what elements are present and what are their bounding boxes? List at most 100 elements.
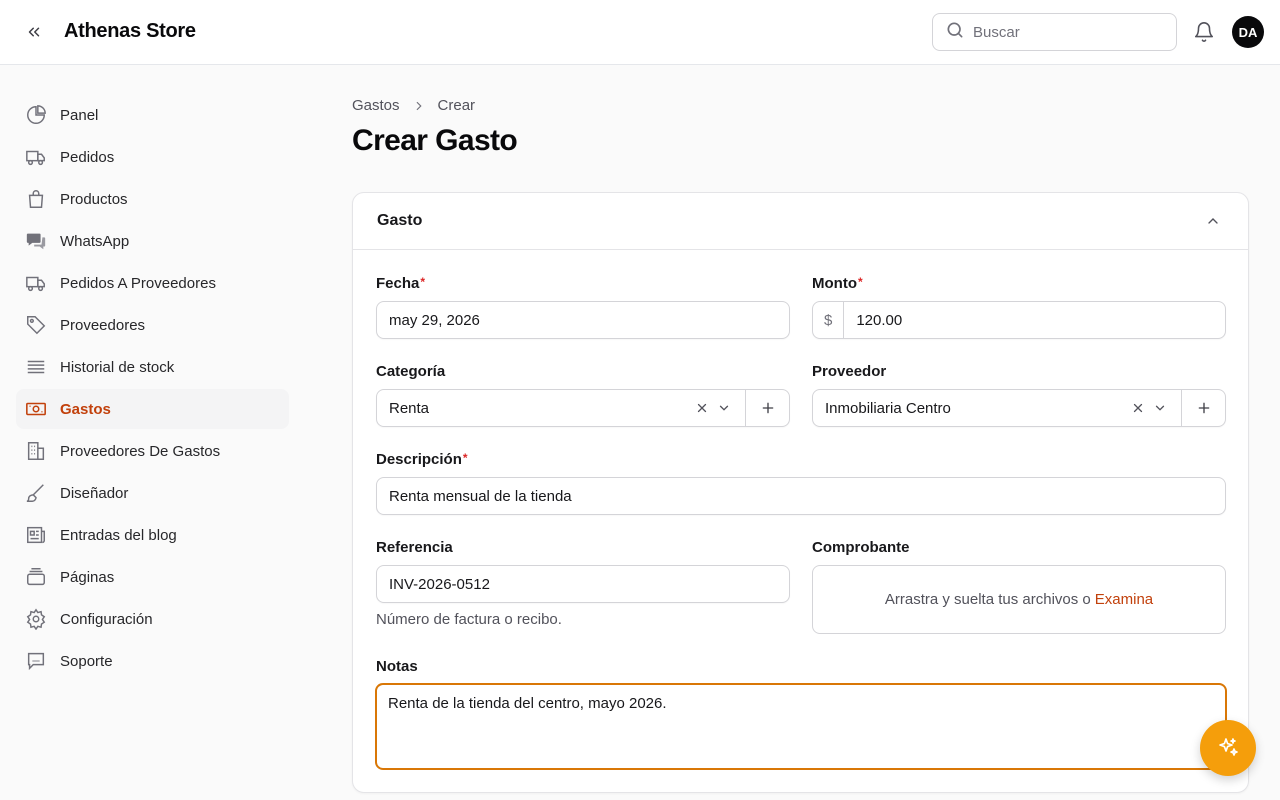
user-avatar[interactable]: DA — [1232, 16, 1264, 48]
ai-assistant-button[interactable] — [1200, 720, 1256, 776]
section-title: Gasto — [377, 212, 423, 229]
sidebar-item-label: Productos — [60, 190, 128, 208]
sidebar-item-label: Historial de stock — [60, 358, 175, 376]
sidebar-item-configuracion[interactable]: Configuración — [16, 599, 289, 639]
sidebar-item-paginas[interactable]: Páginas — [16, 557, 289, 597]
sidebar-item-label: Entradas del blog — [60, 526, 177, 544]
notas-textarea[interactable]: Renta de la tienda del centro, mayo 2026… — [377, 685, 1225, 768]
add-proveedor-button[interactable] — [1181, 390, 1225, 426]
banknotes-icon — [24, 397, 48, 421]
categoria-label: Categoría — [376, 363, 446, 380]
breadcrumb-parent-link[interactable]: Gastos — [352, 97, 400, 114]
sidebar-item-label: Configuración — [60, 610, 153, 628]
descripcion-label: Descripción* — [376, 451, 468, 468]
file-dropzone[interactable]: Arrastra y suelta tus archivos o Examina — [812, 565, 1226, 634]
sparkles-icon — [1219, 738, 1238, 756]
paintbrush-icon — [24, 481, 48, 505]
clear-icon[interactable] — [695, 401, 709, 415]
descripcion-field[interactable] — [376, 477, 1226, 515]
sidebar-item-proveedores-de-gastos[interactable]: Proveedores De Gastos — [16, 431, 289, 471]
plus-icon — [1198, 402, 1209, 414]
sidebar-item-panel[interactable]: Panel — [16, 95, 289, 135]
notifications-bell-icon[interactable] — [1192, 20, 1216, 44]
sidebar-item-label: Pedidos A Proveedores — [60, 274, 216, 292]
support-chat-icon — [24, 649, 48, 673]
sidebar-item-label: Páginas — [60, 568, 115, 586]
categoria-select[interactable]: Renta — [376, 389, 790, 427]
currency-prefix: $ — [813, 302, 845, 338]
tag-icon — [24, 313, 48, 337]
referencia-field[interactable] — [376, 565, 790, 603]
plus-icon — [762, 402, 773, 414]
page-title: Crear Gasto — [352, 124, 518, 157]
notas-label: Notas — [376, 658, 418, 675]
chevron-up-icon[interactable] — [1202, 210, 1224, 232]
sidebar-item-label: Pedidos — [60, 148, 115, 166]
dropzone-text: Arrastra y suelta tus archivos o — [884, 591, 1091, 608]
brand-name[interactable]: Athenas Store — [64, 20, 196, 43]
sidebar-item-label: Panel — [60, 106, 99, 124]
fecha-input[interactable] — [377, 302, 789, 338]
required-asterisk: * — [857, 275, 863, 289]
sidebar-item-historial-de-stock[interactable]: Historial de stock — [16, 347, 289, 387]
chevron-down-icon[interactable] — [1153, 401, 1167, 415]
referencia-hint: Número de factura o recibo. — [376, 611, 562, 628]
collapse-sidebar-icon[interactable] — [22, 20, 46, 44]
notas-field[interactable]: Renta de la tienda del centro, mayo 2026… — [375, 683, 1227, 770]
proveedor-label: Proveedor — [812, 363, 887, 380]
proveedor-selected-value: Inmobiliaria Centro — [825, 399, 951, 417]
sidebar-item-disenador[interactable]: Diseñador — [16, 473, 289, 513]
sidebar-item-proveedores[interactable]: Proveedores — [16, 305, 289, 345]
chevron-down-icon[interactable] — [717, 401, 731, 415]
sidebar-item-whatsapp[interactable]: WhatsApp — [16, 221, 289, 261]
fecha-field[interactable] — [376, 301, 790, 339]
pages-icon — [24, 565, 48, 589]
chat-bubbles-icon — [24, 229, 48, 253]
newspaper-icon — [24, 523, 48, 547]
sidebar-item-pedidos-a-proveedores[interactable]: Pedidos A Proveedores — [16, 263, 289, 303]
breadcrumb-current: Crear — [437, 97, 476, 114]
fecha-label: Fecha* — [376, 275, 426, 292]
chevron-right-icon — [412, 99, 426, 113]
sidebar-item-label: WhatsApp — [60, 232, 130, 250]
sidebar-item-productos[interactable]: Productos — [16, 179, 289, 219]
top-bar: Athenas Store DA — [0, 0, 1280, 65]
sidebar-item-soporte[interactable]: Soporte — [16, 641, 289, 681]
expense-form-card: Gasto Fecha* Monto* $ Categoría Renta Pr… — [352, 192, 1249, 793]
search-box[interactable] — [932, 13, 1177, 51]
breadcrumb: Gastos Crear — [352, 97, 475, 114]
monto-label: Monto* — [812, 275, 863, 292]
descripcion-input[interactable] — [377, 478, 1225, 514]
sidebar-item-label: Gastos — [60, 400, 111, 418]
required-asterisk: * — [420, 275, 426, 289]
truck-icon — [24, 145, 48, 169]
sidebar-item-label: Proveedores — [60, 316, 146, 334]
monto-input[interactable] — [844, 302, 1225, 338]
truck-icon — [24, 271, 48, 295]
monto-field[interactable]: $ — [812, 301, 1226, 339]
add-categoria-button[interactable] — [745, 390, 789, 426]
sidebar-item-label: Soporte — [60, 652, 113, 670]
required-asterisk: * — [462, 451, 468, 465]
browse-files-link[interactable]: Examina — [1095, 591, 1153, 608]
sidebar-item-label: Diseñador — [60, 484, 129, 502]
sidebar-item-pedidos[interactable]: Pedidos — [16, 137, 289, 177]
proveedor-select[interactable]: Inmobiliaria Centro — [812, 389, 1226, 427]
referencia-input[interactable] — [377, 566, 789, 602]
sidebar-item-gastos[interactable]: Gastos — [16, 389, 289, 429]
comprobante-label: Comprobante — [812, 539, 910, 556]
sidebar-item-label: Proveedores De Gastos — [60, 442, 221, 460]
stack-icon — [24, 355, 48, 379]
building-icon — [24, 439, 48, 463]
sidebar-nav: Panel Pedidos Productos WhatsApp Pedidos… — [16, 95, 289, 683]
search-icon — [945, 20, 965, 45]
pie-chart-icon — [24, 103, 48, 127]
referencia-label: Referencia — [376, 539, 453, 556]
clear-icon[interactable] — [1131, 401, 1145, 415]
search-input[interactable] — [973, 23, 1153, 41]
section-header[interactable]: Gasto — [353, 193, 1248, 250]
categoria-selected-value: Renta — [389, 399, 430, 417]
sidebar-item-entradas-del-blog[interactable]: Entradas del blog — [16, 515, 289, 555]
gear-icon — [24, 607, 48, 631]
shopping-bag-icon — [24, 187, 48, 211]
